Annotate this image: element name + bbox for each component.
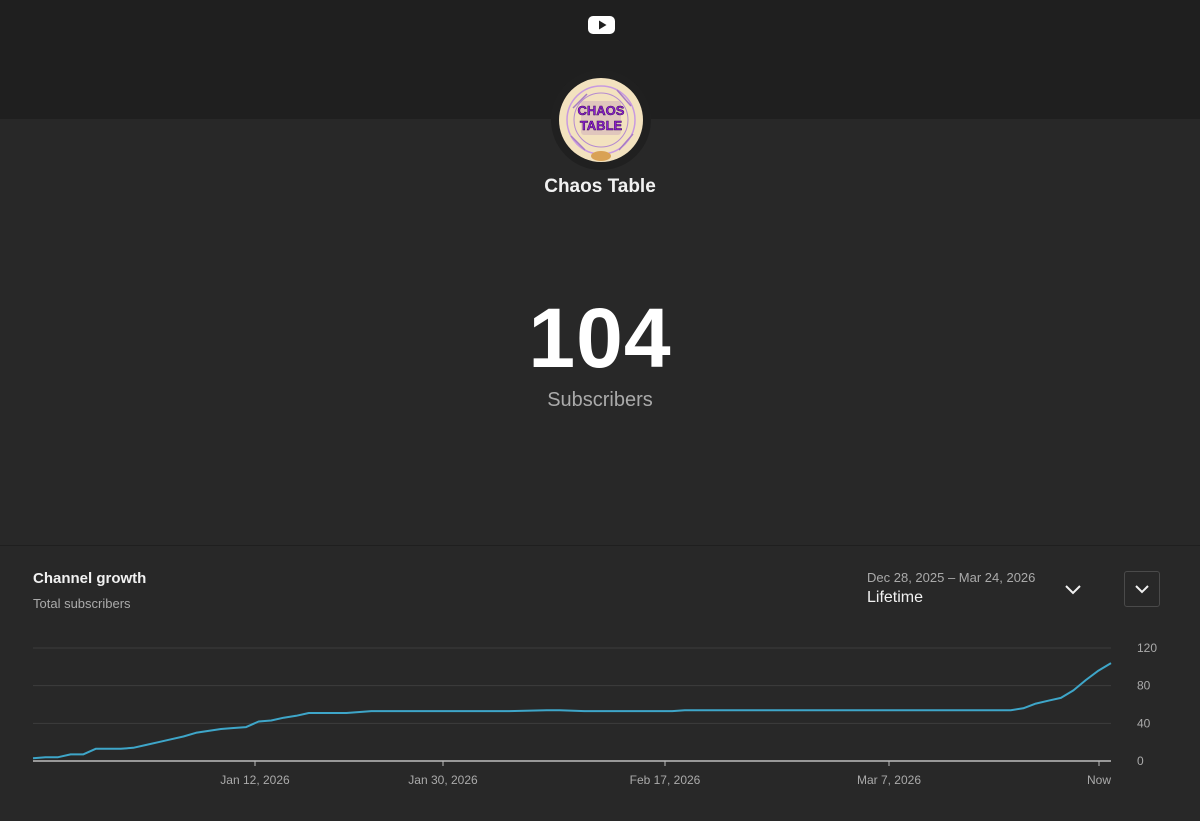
- section-divider: [0, 545, 1200, 546]
- chevron-down-icon[interactable]: [1064, 582, 1082, 596]
- avatar-text-bottom: TABLE: [580, 118, 623, 133]
- date-range: Dec 28, 2025 – Mar 24, 2026: [867, 570, 1036, 585]
- y-tick-label: 80: [1137, 679, 1151, 693]
- subscriber-label: Subscribers: [547, 389, 653, 411]
- chevron-down-icon: [1135, 585, 1149, 594]
- y-tick-label: 0: [1137, 754, 1144, 768]
- x-tick-label: Now: [1087, 773, 1111, 787]
- x-tick-label: Feb 17, 2026: [630, 773, 701, 787]
- channel-name[interactable]: Chaos Table: [0, 176, 1200, 198]
- x-tick-label: Jan 12, 2026: [220, 773, 290, 787]
- subscriber-growth-chart: 0 40 80 120 Jan 12, 2026 Jan 30, 2026 Feb 17, …: [32, 641, 1157, 787]
- growth-card-title: Channel growth: [33, 570, 147, 587]
- avatar: CHAOS TABLE: [559, 78, 643, 162]
- range-selector-label[interactable]: Lifetime: [867, 589, 923, 607]
- avatar-text-top: CHAOS: [578, 103, 625, 118]
- subscriber-series-line: [32, 662, 1112, 760]
- x-tick-label: Mar 7, 2026: [857, 773, 921, 787]
- x-tick-label: Jan 30, 2026: [408, 773, 478, 787]
- subscriber-count: 104: [528, 291, 672, 385]
- expand-menu-button[interactable]: [1124, 571, 1160, 607]
- y-tick-label: 120: [1137, 641, 1157, 655]
- youtube-logo-icon[interactable]: [588, 15, 615, 35]
- channel-avatar[interactable]: CHAOS TABLE: [551, 70, 651, 170]
- growth-card-subtitle: Total subscribers: [33, 596, 131, 611]
- y-tick-label: 40: [1137, 716, 1151, 730]
